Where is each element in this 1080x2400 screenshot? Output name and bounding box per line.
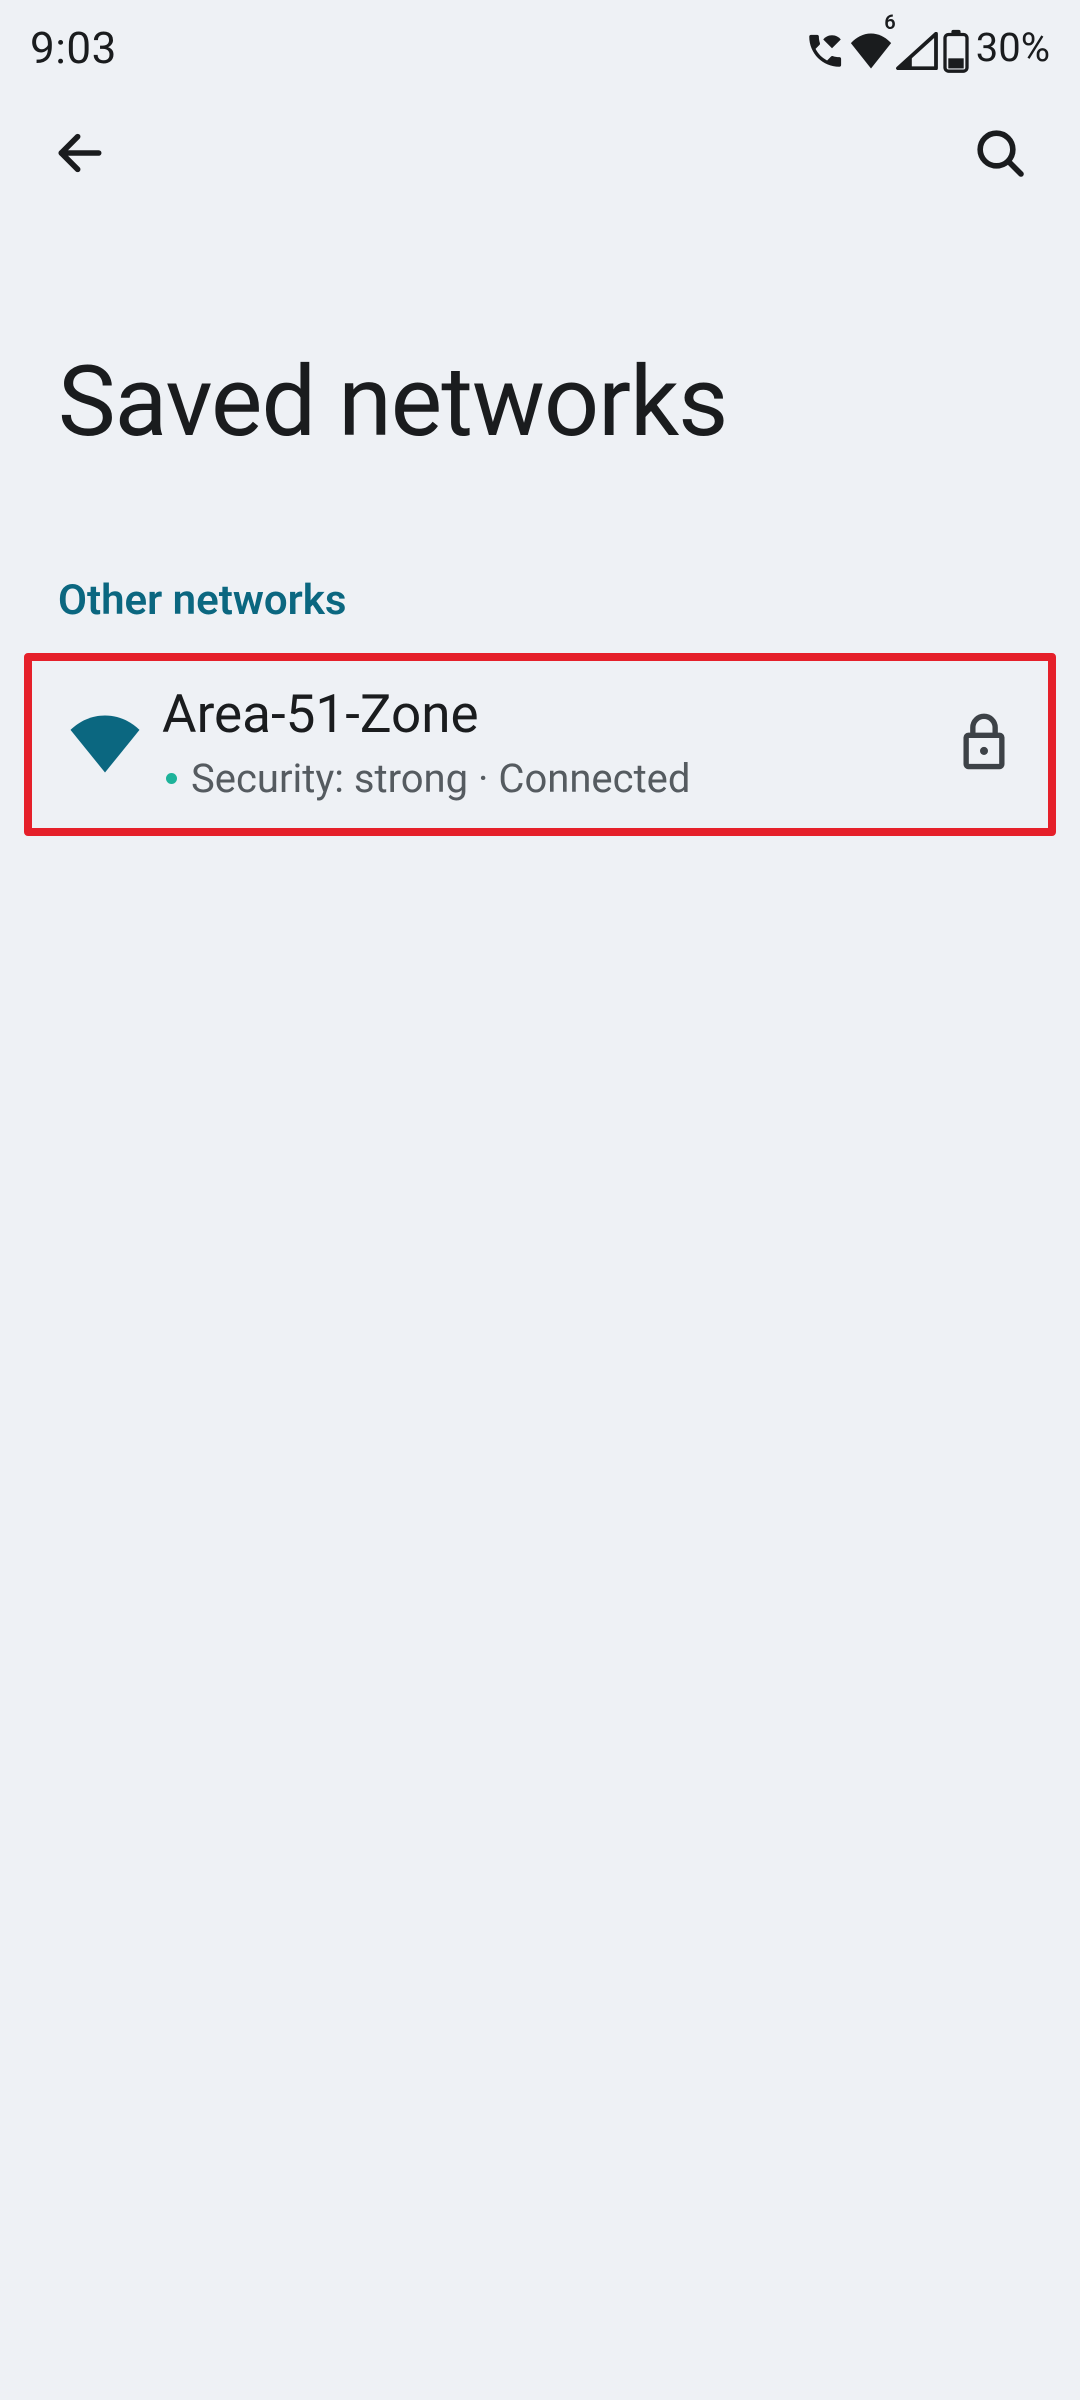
network-subtitle: Security: strong · Connected xyxy=(162,755,944,802)
screen: 9:03 6 xyxy=(0,0,1080,2400)
network-name: Area-51-Zone xyxy=(162,683,944,747)
arrow-back-icon xyxy=(52,125,108,185)
wifi-signal-icon xyxy=(54,711,156,773)
page-title: Saved networks xyxy=(0,215,1080,554)
battery-text: 30% xyxy=(976,24,1050,71)
section-header-other-networks: Other networks xyxy=(0,554,1080,653)
cellular-icon xyxy=(896,22,938,74)
lock-icon xyxy=(944,713,1024,771)
network-text: Area-51-Zone Security: strong · Connecte… xyxy=(156,683,944,802)
network-subtitle-text: Security: strong · Connected xyxy=(191,755,690,802)
status-dot-icon xyxy=(166,773,177,784)
highlight-annotation: Area-51-Zone Security: strong · Connecte… xyxy=(24,653,1056,836)
status-time: 9:03 xyxy=(30,22,117,74)
status-right: 6 30% xyxy=(804,22,1050,74)
wifi-icon: 6 xyxy=(850,22,892,74)
wifi-badge: 6 xyxy=(884,10,895,34)
status-bar: 9:03 6 xyxy=(0,0,1080,95)
search-button[interactable] xyxy=(964,119,1036,191)
wifi-calling-icon xyxy=(804,22,846,74)
app-bar xyxy=(0,95,1080,215)
back-button[interactable] xyxy=(44,119,116,191)
battery-icon xyxy=(942,22,970,74)
search-icon xyxy=(972,125,1028,185)
network-row[interactable]: Area-51-Zone Security: strong · Connecte… xyxy=(32,663,1048,826)
